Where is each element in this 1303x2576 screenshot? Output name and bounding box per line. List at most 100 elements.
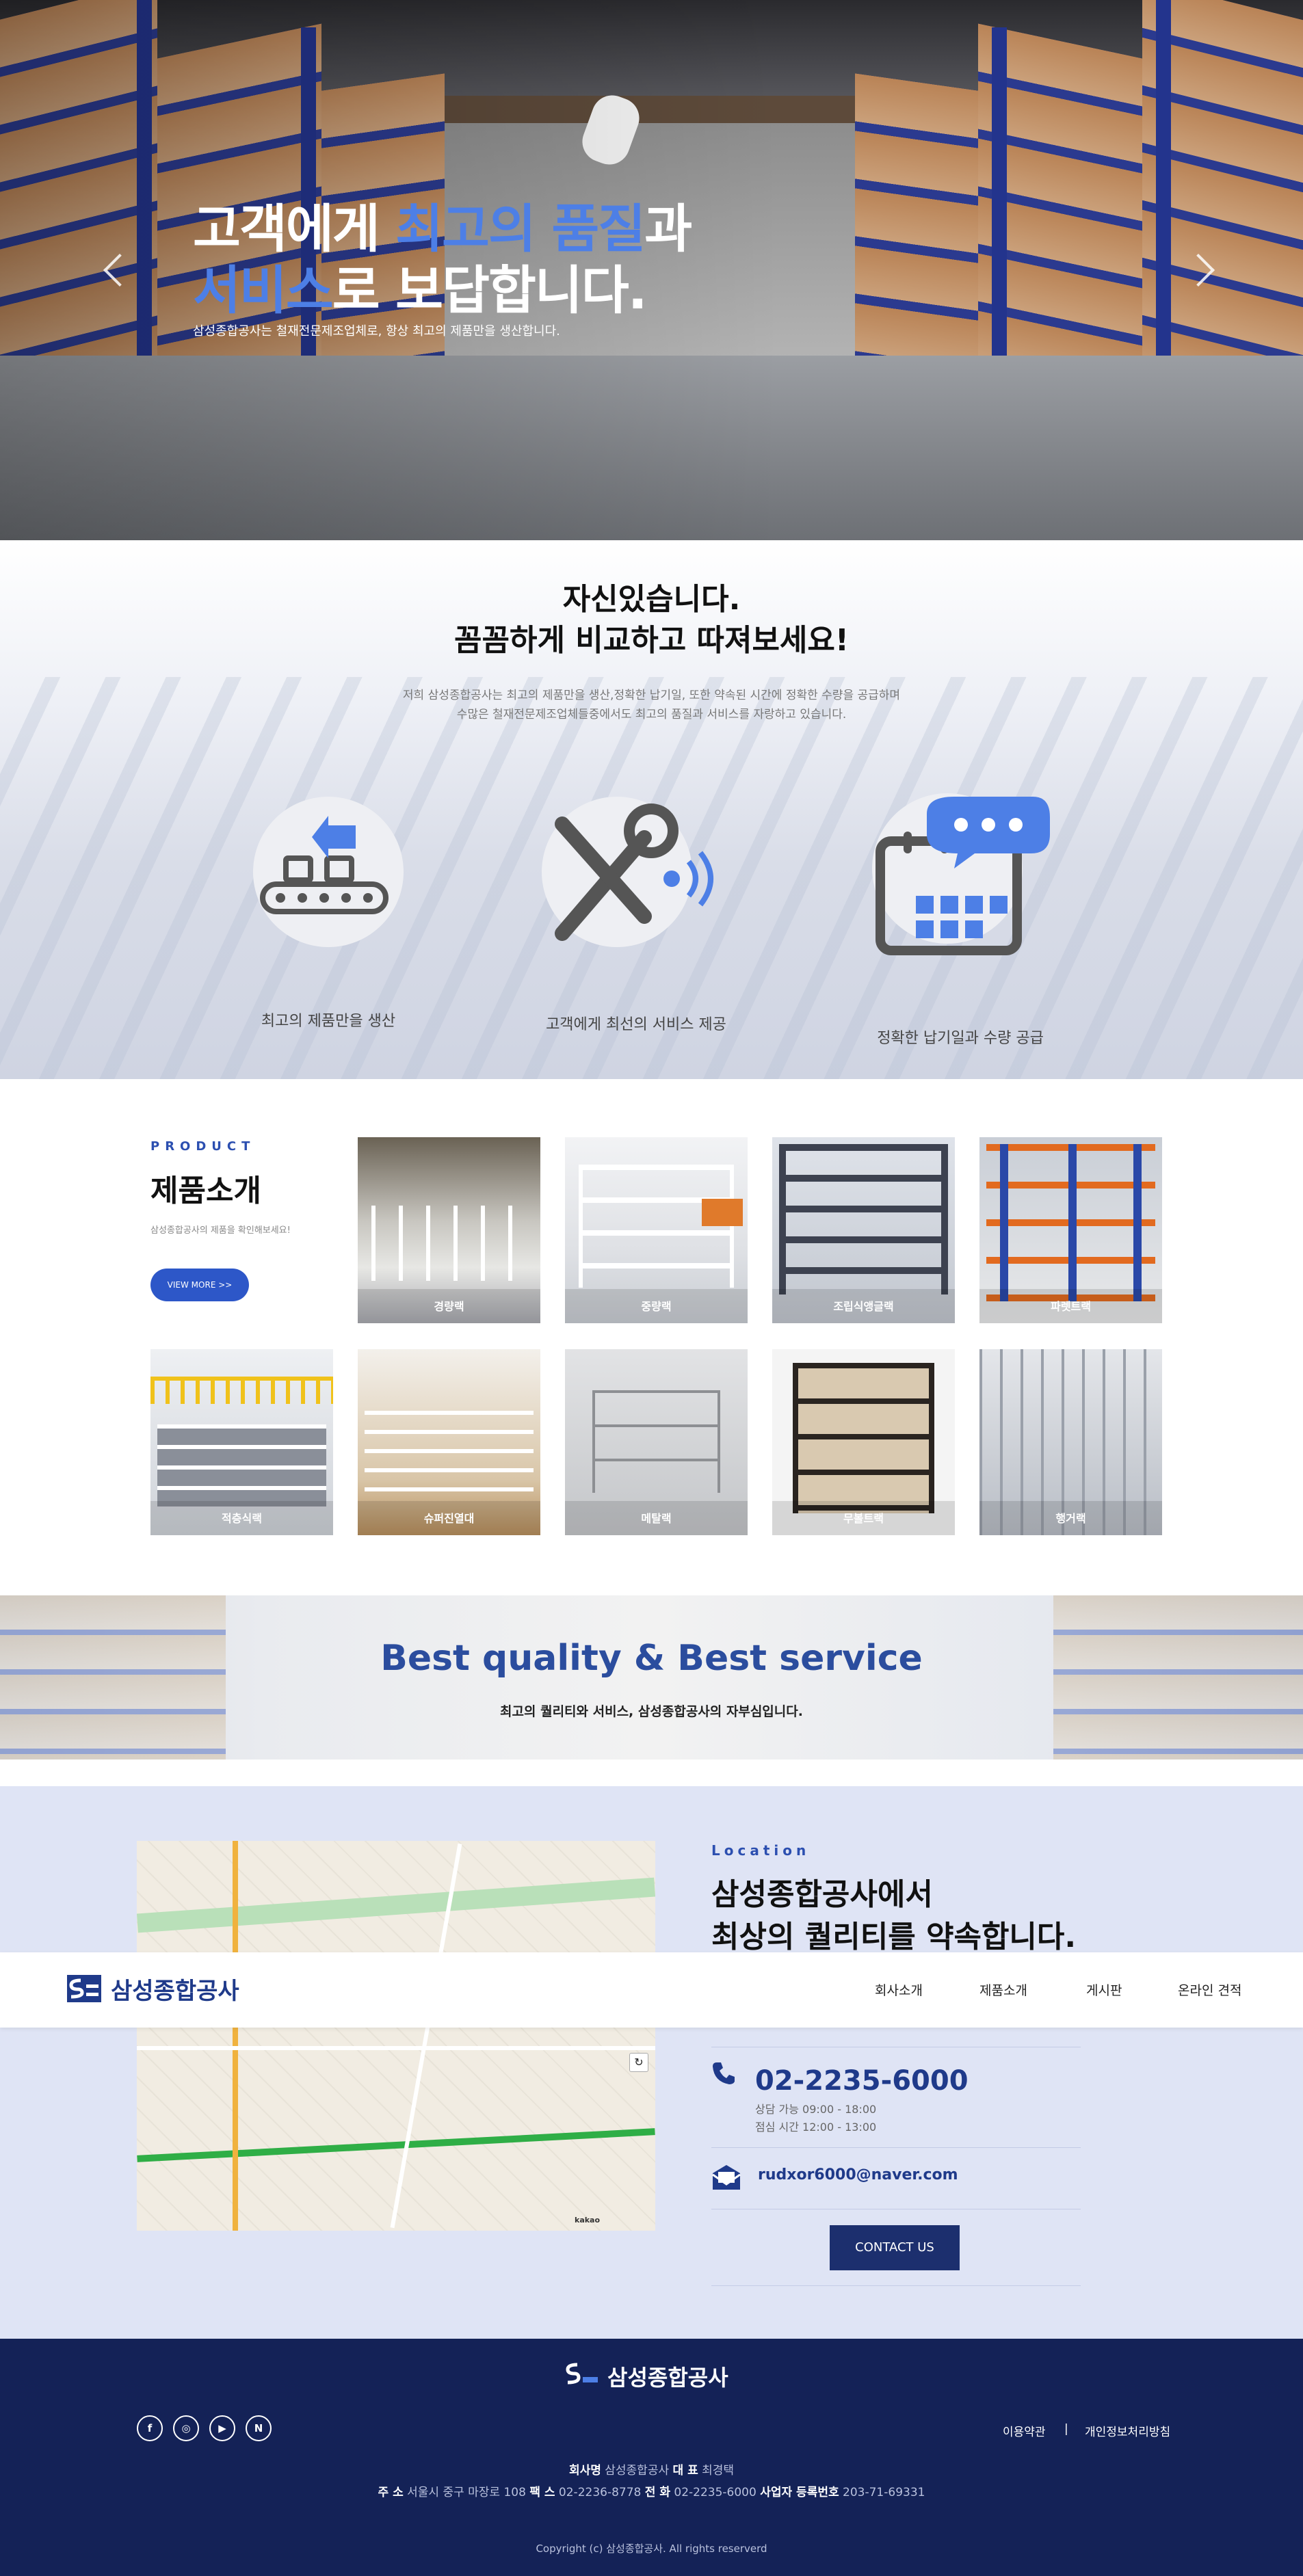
confident-desc-line1: 저희 삼성종합공사는 최고의 제품만을 생산,정확한 납기일, 또한 약속된 시… — [402, 689, 901, 702]
info-value: 서울시 중구 마장로 108 — [407, 2486, 526, 2499]
product-label: 파렛트랙 — [979, 1289, 1162, 1323]
hours-line: 점심 시간 12:00 - 13:00 — [755, 2121, 877, 2134]
kakao-map[interactable]: ↻ kakao — [137, 1841, 655, 2231]
product-tile[interactable]: 경량랙 — [358, 1137, 540, 1323]
nav-item-estimate[interactable]: 온라인 견적 — [1178, 1980, 1241, 1999]
phone-icon — [713, 2062, 735, 2084]
nav-item-products[interactable]: 제품소개 — [979, 1980, 1027, 1999]
conveyor-icon — [260, 816, 389, 914]
hero-title-text: 로 보답합니다. — [332, 260, 648, 321]
info-label: 대 표 — [672, 2464, 698, 2478]
rack-graphic — [1000, 1144, 1008, 1301]
banner-subtitle: 최고의 퀄리티와 서비스, 삼성종합공사의 자부심입니다. — [500, 1704, 803, 1719]
footer-info-line2: 주 소 서울시 중구 마장로 108 팩 스 02-2236-8778 전 화 … — [0, 2482, 1303, 2499]
product-tile[interactable]: 중량랙 — [565, 1137, 748, 1323]
feature-icon-wrap — [542, 797, 713, 947]
product-tile[interactable]: 파렛트랙 — [979, 1137, 1162, 1323]
banner-title: Best quality & Best service — [380, 1638, 923, 1679]
terms-link[interactable]: 이용약관 — [1003, 2422, 1046, 2439]
footer-info-line1: 회사명 삼성종합공사 대 표 최경택 — [0, 2460, 1303, 2478]
product-label: 조립식앵글랙 — [772, 1289, 955, 1323]
hero-title: 고객에게 최고의 품질과 서비스로 보답합니다. — [193, 198, 692, 321]
calendar-chat-icon — [876, 797, 1050, 955]
mail-icon — [712, 2165, 741, 2190]
logo-icon[interactable] — [67, 1975, 101, 2002]
info-value: 203-71-69331 — [843, 2486, 925, 2499]
confident-desc-line2: 수많은 철재전문제조업체들중에서도 최고의 품질과 서비스를 자랑하고 있습니다… — [456, 708, 847, 721]
hours-line: 상담 가능 09:00 - 18:00 — [755, 2103, 877, 2116]
rack-graphic — [779, 1144, 948, 1294]
product-label: 행거랙 — [979, 1501, 1162, 1535]
rack-graphic — [157, 1424, 326, 1506]
hero-title-highlight: 서비스 — [193, 260, 334, 321]
info-label: 주 소 — [378, 2486, 404, 2499]
location-eyebrow: Location — [711, 1842, 811, 1859]
info-label: 사업자 등록번호 — [760, 2486, 839, 2499]
map-refresh-icon[interactable]: ↻ — [629, 2053, 648, 2072]
info-label: 회사명 — [568, 2464, 601, 2478]
rack-graphic — [592, 1390, 720, 1493]
rack-graphic — [1133, 1144, 1142, 1301]
map-brand: kakao — [575, 2216, 601, 2225]
contact-us-button[interactable]: CONTACT US — [830, 2225, 960, 2270]
facebook-icon[interactable]: f — [137, 2415, 163, 2441]
confident-title-line1: 자신있습니다. — [562, 582, 741, 617]
privacy-link[interactable]: 개인정보처리방침 — [1085, 2422, 1170, 2439]
hero-section: 고객에게 최고의 품질과 서비스로 보답합니다. 삼성종합공사는 철재전문제조업… — [0, 0, 1303, 540]
nav-item-board[interactable]: 게시판 — [1086, 1980, 1122, 1999]
product-tile[interactable]: 적층식랙 — [150, 1349, 333, 1535]
product-tile[interactable]: 행거랙 — [979, 1349, 1162, 1535]
logo-text[interactable]: 삼성종합공사 — [111, 1972, 239, 2006]
rack-graphic — [365, 1411, 534, 1493]
product-label: 슈퍼진열대 — [358, 1501, 540, 1535]
map-road — [137, 2046, 655, 2050]
divider — [711, 2285, 1081, 2286]
business-hours: 상담 가능 09:00 - 18:00 점심 시간 12:00 - 13:00 — [755, 2101, 876, 2136]
rack-graphic — [1068, 1144, 1077, 1301]
info-value: 삼성종합공사 — [605, 2464, 670, 2478]
rack-graphic — [150, 1377, 333, 1404]
nav-item-company[interactable]: 회사소개 — [875, 1980, 923, 1999]
product-label: 무볼트랙 — [772, 1501, 955, 1535]
product-tile[interactable]: 슈퍼진열대 — [358, 1349, 540, 1535]
rack-graphic — [579, 1165, 734, 1288]
youtube-icon[interactable]: ▶ — [209, 2415, 235, 2441]
info-value: 02-2236-8778 — [558, 2486, 642, 2499]
view-more-button[interactable]: VIEW MORE >> — [150, 1269, 249, 1301]
hero-title-text: 고객에게 — [193, 198, 396, 259]
product-tile[interactable]: 조립식앵글랙 — [772, 1137, 955, 1323]
tools-icon — [555, 804, 713, 941]
feature-label: 정확한 납기일과 수량 공급 — [877, 1030, 1044, 1047]
rack-graphic — [702, 1199, 743, 1226]
hero-subtitle: 삼성종합공사는 철재전문제조업체로, 항상 최고의 제품만을 생산합니다. — [193, 324, 560, 338]
copyright: Copyright (c) 삼성종합공사. All rights reserve… — [536, 2542, 767, 2555]
divider — [711, 2147, 1081, 2148]
product-tile[interactable]: 무볼트랙 — [772, 1349, 955, 1535]
product-label: 중량랙 — [565, 1289, 748, 1323]
instagram-icon[interactable]: ◎ — [173, 2415, 199, 2441]
confident-title-line2: 꼼꼼하게 비교하고 따져보세요! — [454, 623, 849, 658]
map-road — [233, 1841, 238, 2231]
email-address[interactable]: rudxor6000@naver.com — [758, 2166, 958, 2183]
location-title-line: 삼성종합공사에서 — [711, 1877, 933, 1912]
feature-icon-wrap — [253, 797, 404, 947]
footer-link-divider: | — [1064, 2422, 1068, 2436]
hero-title-highlight: 최고의 품질 — [395, 198, 646, 259]
phone-number[interactable]: 02-2235-6000 — [755, 2065, 969, 2097]
feature-label: 고객에게 최선의 서비스 제공 — [546, 1016, 726, 1033]
info-label: 전 화 — [644, 2486, 670, 2499]
info-label: 팩 스 — [529, 2486, 555, 2499]
product-label: 메탈랙 — [565, 1501, 748, 1535]
naver-icon[interactable]: N — [246, 2415, 272, 2441]
feature-label: 최고의 제품만을 생산 — [261, 1013, 396, 1030]
product-desc: 삼성종합공사의 제품을 확인해보세요! — [150, 1225, 291, 1236]
location-title: 삼성종합공사에서 최상의 퀄리티를 약속합니다. — [711, 1874, 1076, 1958]
footer-logo-text: 삼성종합공사 — [607, 2365, 728, 2391]
feature-icon-wrap — [872, 793, 1050, 955]
product-tile[interactable]: 메탈랙 — [565, 1349, 748, 1535]
rack-graphic — [793, 1363, 934, 1513]
info-value: 최경택 — [702, 2464, 735, 2478]
product-title: 제품소개 — [150, 1173, 261, 1208]
rack-graphic — [371, 1206, 527, 1281]
product-label: 적층식랙 — [150, 1501, 333, 1535]
